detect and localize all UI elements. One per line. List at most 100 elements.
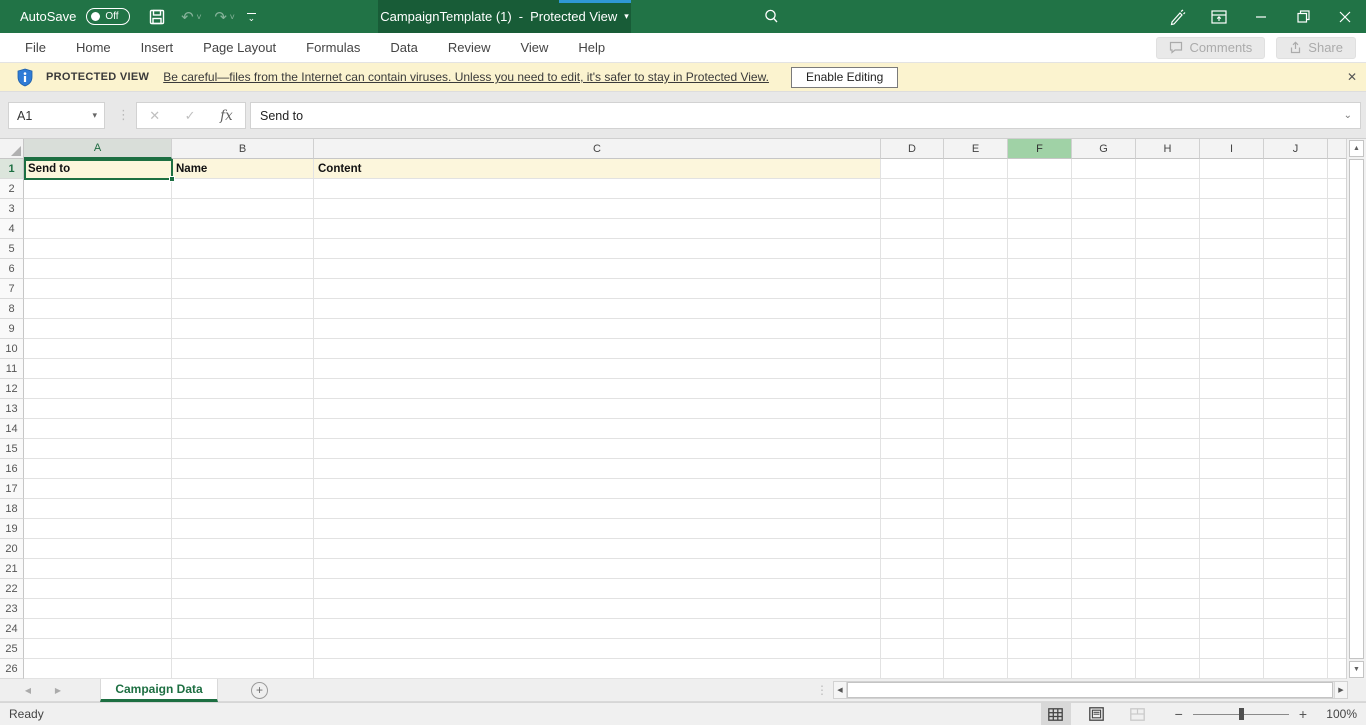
cell-B7[interactable] xyxy=(172,279,314,299)
cell-J11[interactable] xyxy=(1264,359,1328,379)
menu-tab-data[interactable]: Data xyxy=(375,33,432,63)
cell-B14[interactable] xyxy=(172,419,314,439)
cell-G5[interactable] xyxy=(1072,239,1136,259)
cell-C13[interactable] xyxy=(314,399,881,419)
zoom-slider-thumb[interactable] xyxy=(1239,708,1244,720)
cell-G14[interactable] xyxy=(1072,419,1136,439)
formula-bar-handle-icon[interactable]: ⋮ xyxy=(117,107,130,123)
cell-J10[interactable] xyxy=(1264,339,1328,359)
cell-B21[interactable] xyxy=(172,559,314,579)
row-header-13[interactable]: 13 xyxy=(0,399,24,419)
cell-D15[interactable] xyxy=(881,439,944,459)
cell-F15[interactable] xyxy=(1008,439,1072,459)
cell-A22[interactable] xyxy=(24,579,172,599)
cell-D23[interactable] xyxy=(881,599,944,619)
cell-I23[interactable] xyxy=(1200,599,1264,619)
column-header-I[interactable]: I xyxy=(1200,139,1264,159)
cell-A5[interactable] xyxy=(24,239,172,259)
cell-A12[interactable] xyxy=(24,379,172,399)
cell-J24[interactable] xyxy=(1264,619,1328,639)
cell-A15[interactable] xyxy=(24,439,172,459)
cell-D24[interactable] xyxy=(881,619,944,639)
menu-tab-view[interactable]: View xyxy=(505,33,563,63)
zoom-in-icon[interactable]: + xyxy=(1299,706,1307,722)
cell-A23[interactable] xyxy=(24,599,172,619)
cell-G3[interactable] xyxy=(1072,199,1136,219)
row-header-4[interactable]: 4 xyxy=(0,219,24,239)
cell-D12[interactable] xyxy=(881,379,944,399)
cell-partial-15[interactable] xyxy=(1328,439,1346,459)
row-header-11[interactable]: 11 xyxy=(0,359,24,379)
cell-partial-3[interactable] xyxy=(1328,199,1346,219)
cell-D20[interactable] xyxy=(881,539,944,559)
cell-J7[interactable] xyxy=(1264,279,1328,299)
cell-J6[interactable] xyxy=(1264,259,1328,279)
cell-F1[interactable] xyxy=(1008,159,1072,179)
cell-A7[interactable] xyxy=(24,279,172,299)
cell-B17[interactable] xyxy=(172,479,314,499)
page-layout-view-button[interactable] xyxy=(1082,703,1112,725)
name-box-dropdown-icon[interactable]: ▾ xyxy=(92,110,97,121)
cell-E10[interactable] xyxy=(944,339,1008,359)
cell-E6[interactable] xyxy=(944,259,1008,279)
cell-G8[interactable] xyxy=(1072,299,1136,319)
cell-partial-1[interactable] xyxy=(1328,159,1346,179)
horizontal-scrollbar[interactable]: ◀ ▶ xyxy=(833,681,1348,699)
row-header-6[interactable]: 6 xyxy=(0,259,24,279)
normal-view-button[interactable] xyxy=(1041,703,1071,725)
cell-H13[interactable] xyxy=(1136,399,1200,419)
cell-I20[interactable] xyxy=(1200,539,1264,559)
cell-D21[interactable] xyxy=(881,559,944,579)
cell-F12[interactable] xyxy=(1008,379,1072,399)
document-title-pill[interactable]: CampaignTemplate (1) - Protected View ▾ xyxy=(378,0,631,33)
row-header-14[interactable]: 14 xyxy=(0,419,24,439)
cell-J22[interactable] xyxy=(1264,579,1328,599)
cell-C1[interactable]: Content xyxy=(314,159,881,179)
vertical-scroll-thumb[interactable] xyxy=(1349,159,1364,659)
cell-J26[interactable] xyxy=(1264,659,1328,679)
row-header-15[interactable]: 15 xyxy=(0,439,24,459)
cell-I17[interactable] xyxy=(1200,479,1264,499)
cell-G11[interactable] xyxy=(1072,359,1136,379)
cell-H10[interactable] xyxy=(1136,339,1200,359)
customize-toolbar-button[interactable]: ⌄ xyxy=(247,13,256,21)
cell-A1[interactable]: Send to xyxy=(24,159,172,179)
cell-F19[interactable] xyxy=(1008,519,1072,539)
cell-partial-19[interactable] xyxy=(1328,519,1346,539)
cell-D25[interactable] xyxy=(881,639,944,659)
cell-C24[interactable] xyxy=(314,619,881,639)
cell-F3[interactable] xyxy=(1008,199,1072,219)
cell-partial-14[interactable] xyxy=(1328,419,1346,439)
cell-A16[interactable] xyxy=(24,459,172,479)
cell-B22[interactable] xyxy=(172,579,314,599)
name-box[interactable]: A1 ▾ xyxy=(8,102,105,129)
cell-F13[interactable] xyxy=(1008,399,1072,419)
cell-E5[interactable] xyxy=(944,239,1008,259)
autosave-toggle[interactable]: Off xyxy=(86,8,130,25)
cell-I25[interactable] xyxy=(1200,639,1264,659)
cell-F18[interactable] xyxy=(1008,499,1072,519)
page-break-preview-button[interactable] xyxy=(1123,703,1153,725)
cell-partial-20[interactable] xyxy=(1328,539,1346,559)
row-header-10[interactable]: 10 xyxy=(0,339,24,359)
cell-C18[interactable] xyxy=(314,499,881,519)
cell-B25[interactable] xyxy=(172,639,314,659)
cell-E3[interactable] xyxy=(944,199,1008,219)
cell-B6[interactable] xyxy=(172,259,314,279)
cell-H25[interactable] xyxy=(1136,639,1200,659)
cell-E1[interactable] xyxy=(944,159,1008,179)
cell-C21[interactable] xyxy=(314,559,881,579)
cell-J1[interactable] xyxy=(1264,159,1328,179)
cell-H18[interactable] xyxy=(1136,499,1200,519)
cell-C4[interactable] xyxy=(314,219,881,239)
cell-C20[interactable] xyxy=(314,539,881,559)
cell-partial-18[interactable] xyxy=(1328,499,1346,519)
cell-H3[interactable] xyxy=(1136,199,1200,219)
cell-G7[interactable] xyxy=(1072,279,1136,299)
cell-partial-12[interactable] xyxy=(1328,379,1346,399)
cell-G20[interactable] xyxy=(1072,539,1136,559)
cell-F20[interactable] xyxy=(1008,539,1072,559)
cell-I16[interactable] xyxy=(1200,459,1264,479)
column-header-partial[interactable] xyxy=(1328,139,1346,159)
cell-I22[interactable] xyxy=(1200,579,1264,599)
